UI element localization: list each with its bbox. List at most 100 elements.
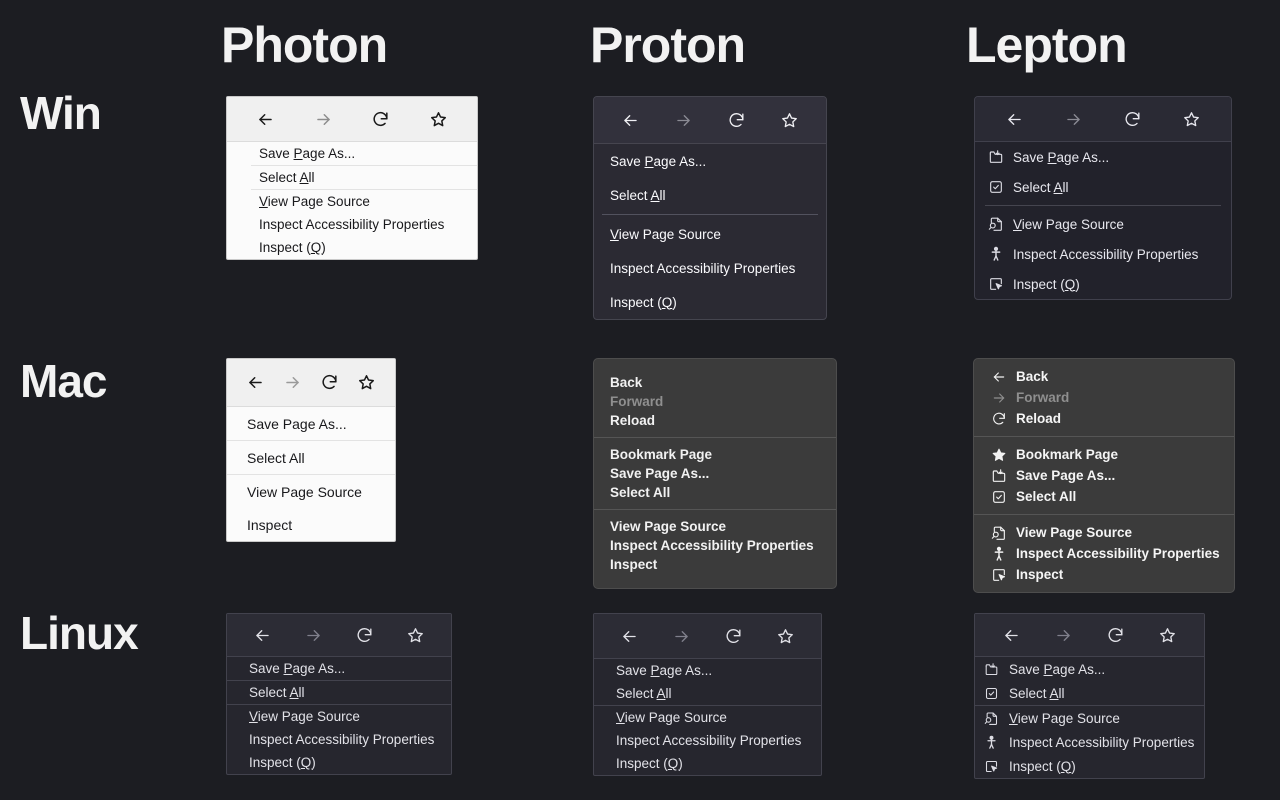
menu-item[interactable]: View Page Source (594, 217, 826, 251)
menu-proton-win[interactable]: Save Page As... Select All View Page Sourc… (593, 96, 827, 320)
menu-item[interactable]: Save Page As... (227, 657, 451, 680)
menu-item[interactable]: Select All (227, 441, 395, 474)
menu-item[interactable]: Select All (974, 486, 1234, 507)
reload-icon[interactable] (352, 622, 378, 648)
menu-proton-mac[interactable]: Back Forward Reload Bookmark Page Save Page … (593, 358, 837, 589)
menu-group: Bookmark Page Save Page As... Select All (594, 438, 836, 509)
menu-item[interactable]: View Page Source (975, 209, 1231, 239)
menu-photon-mac[interactable]: Save Page As... Select All View Page Sourc… (226, 358, 396, 542)
menu-item[interactable]: Inspect Accessibility Properties (594, 251, 826, 285)
menu-item[interactable]: Select All (594, 682, 821, 705)
bookmark-icon[interactable] (403, 622, 429, 648)
menu-item[interactable]: View Page Source (975, 706, 1204, 730)
menu-item[interactable]: Select All (975, 172, 1231, 202)
menu-lepton-linux[interactable]: Save Page As... Select All View Page Sourc… (974, 613, 1205, 779)
menu-item[interactable]: Inspect Accessibility Properties (227, 728, 451, 751)
menu-item[interactable]: View Page Source (227, 190, 477, 213)
menu-photon-win[interactable]: Save Page As... Select All View Page Sourc… (226, 96, 478, 260)
menu-item[interactable]: Select All (975, 681, 1204, 705)
menu-item[interactable]: Reload (594, 411, 836, 430)
menu-item[interactable]: Select All (227, 166, 477, 189)
menu-item[interactable]: Save Page As... (975, 142, 1231, 172)
menu-item[interactable]: Save Page As... (227, 407, 395, 440)
menu-lepton-win[interactable]: Save Page As... Select All View Page Sourc… (974, 96, 1232, 300)
menu-item[interactable]: Inspect Accessibility Properties (227, 213, 477, 236)
back-icon[interactable] (1002, 106, 1028, 132)
menu-item[interactable]: Select All (227, 681, 451, 704)
star-filled-icon (990, 446, 1007, 463)
back-icon[interactable] (998, 622, 1024, 648)
back-icon[interactable] (250, 622, 276, 648)
menu-item[interactable]: Inspect Accessibility Properties (594, 729, 821, 752)
menu-item[interactable]: Save Page As... (975, 657, 1204, 681)
menu-item[interactable]: Bookmark Page (594, 445, 836, 464)
bookmark-icon[interactable] (1179, 106, 1205, 132)
menu-separator (602, 214, 818, 215)
menu-item[interactable]: Inspect (Q) (594, 752, 821, 775)
menu-group: View Page Source Inspect Accessibility Pr… (975, 706, 1204, 778)
reload-icon[interactable] (368, 106, 394, 132)
menu-item[interactable]: Inspect (Q) (594, 285, 826, 319)
column-header-photon: Photon (221, 17, 388, 73)
menu-item[interactable]: Back (594, 373, 836, 392)
menu-item[interactable]: View Page Source (594, 706, 821, 729)
menu-item[interactable]: Save Page As... (974, 465, 1234, 486)
menu-item[interactable]: Save Page As... (594, 464, 836, 483)
bookmark-icon[interactable] (354, 370, 380, 396)
menu-item[interactable]: Reload (974, 408, 1234, 429)
menu-item[interactable]: View Page Source (227, 705, 451, 728)
menu-item-label: Inspect Accessibility Properties (1009, 734, 1195, 750)
menu-item[interactable]: Back (974, 366, 1234, 387)
menu-item[interactable]: Inspect (974, 564, 1234, 585)
bookmark-icon[interactable] (1155, 622, 1181, 648)
menu-item-label: Select All (249, 685, 305, 700)
menu-item[interactable]: Inspect (Q) (227, 751, 451, 774)
menu-group: Save Page As... Select All (594, 659, 821, 705)
menu-item[interactable]: Select All (594, 483, 836, 502)
menu-item[interactable]: View Page Source (594, 517, 836, 536)
menu-item[interactable]: Inspect (227, 508, 395, 541)
menu-item-label: Inspect Accessibility Properties (1013, 246, 1199, 262)
menu-item[interactable]: Bookmark Page (974, 444, 1234, 465)
theme-comparison-grid: Photon Proton Lepton Win Mac Linux Save … (0, 0, 1280, 800)
menu-item[interactable]: Inspect (594, 555, 836, 574)
menu-item[interactable]: Save Page As... (227, 142, 477, 165)
menu-item[interactable]: Inspect Accessibility Properties (975, 730, 1204, 754)
select-all-icon (990, 488, 1007, 505)
menu-item-label: Save Page As... (1009, 661, 1106, 677)
back-icon[interactable] (618, 107, 644, 133)
reload-icon (990, 410, 1007, 427)
menu-item[interactable]: Inspect (Q) (975, 754, 1204, 778)
reload-icon[interactable] (724, 107, 750, 133)
menu-lepton-mac[interactable]: Back Forward Reload Bookmark Page Save Page … (973, 358, 1235, 593)
back-icon[interactable] (253, 106, 279, 132)
reload-icon[interactable] (1120, 106, 1146, 132)
menu-item[interactable]: Inspect (Q) (975, 269, 1231, 299)
menu-item[interactable]: View Page Source (974, 522, 1234, 543)
menu-proton-linux[interactable]: Save Page As... Select All View Page Sourc… (593, 613, 822, 776)
back-icon[interactable] (617, 623, 643, 649)
menu-item[interactable]: Save Page As... (594, 144, 826, 178)
menu-item-label: Select All (259, 170, 315, 185)
menu-item[interactable]: Select All (594, 178, 826, 212)
bookmark-icon[interactable] (772, 623, 798, 649)
menu-item[interactable]: Inspect (Q) (227, 236, 477, 259)
back-icon[interactable] (243, 370, 269, 396)
menu-group: Select All (227, 681, 451, 704)
menu-item[interactable]: View Page Source (227, 475, 395, 508)
menu-item[interactable]: Inspect Accessibility Properties (594, 536, 836, 555)
view-source-icon (987, 216, 1004, 233)
menu-item[interactable]: Save Page As... (594, 659, 821, 682)
menu-item-label: Reload (610, 413, 656, 428)
menu-item-label: Forward (1016, 390, 1070, 405)
menu-item[interactable]: Inspect Accessibility Properties (975, 239, 1231, 269)
menu-group: View Page Source Inspect (227, 475, 395, 541)
reload-icon[interactable] (720, 623, 746, 649)
menu-photon-linux[interactable]: Save Page As... Select All View Page Sourc… (226, 613, 452, 775)
reload-icon[interactable] (317, 370, 343, 396)
menu-group: Back Forward Reload (594, 366, 836, 437)
menu-item[interactable]: Inspect Accessibility Properties (974, 543, 1234, 564)
bookmark-icon[interactable] (777, 107, 803, 133)
reload-icon[interactable] (1103, 622, 1129, 648)
bookmark-icon[interactable] (425, 106, 451, 132)
